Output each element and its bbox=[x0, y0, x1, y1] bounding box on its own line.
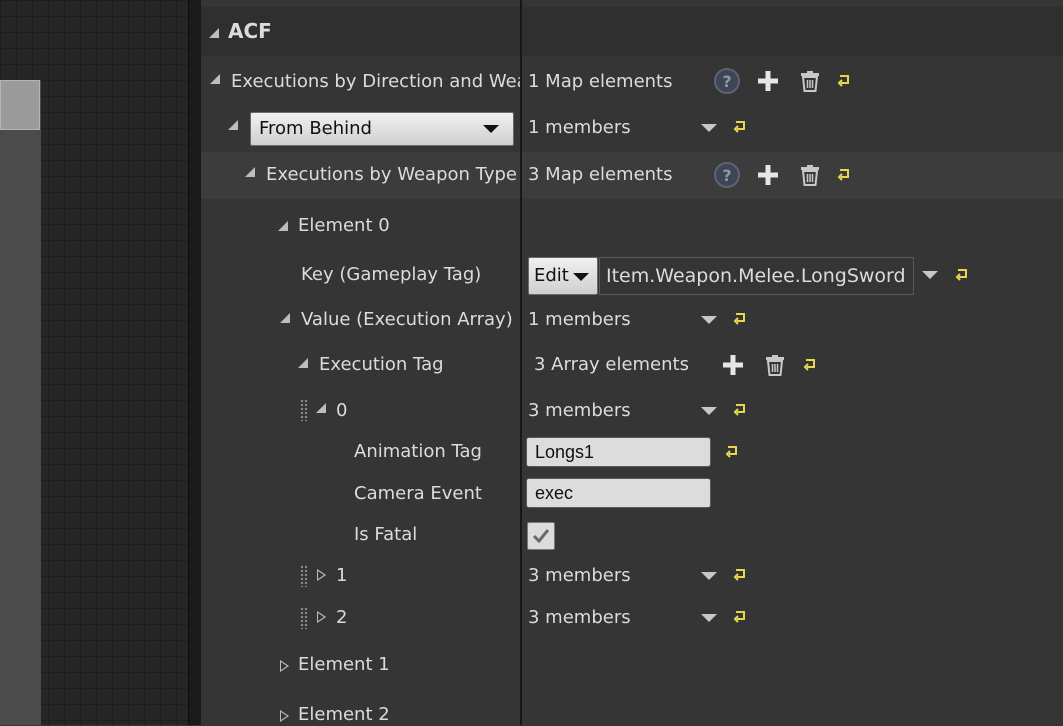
chevron-down-icon[interactable] bbox=[701, 572, 717, 580]
chevron-down-icon[interactable] bbox=[701, 124, 717, 132]
expand-triangle-icon[interactable] bbox=[228, 120, 238, 130]
chevron-down-icon[interactable] bbox=[922, 271, 938, 279]
graph-node-header[interactable] bbox=[0, 80, 40, 130]
reset-to-default-icon[interactable] bbox=[733, 403, 747, 417]
array-element-1: 1 3 members bbox=[201, 555, 1063, 597]
edit-tag-button[interactable]: Edit bbox=[528, 257, 598, 295]
add-icon[interactable] bbox=[722, 354, 744, 376]
drag-handle-icon[interactable] bbox=[300, 607, 308, 629]
expand-triangle-icon[interactable] bbox=[298, 358, 308, 368]
collapse-triangle-icon[interactable] bbox=[209, 28, 219, 38]
animation-tag-input[interactable] bbox=[526, 437, 711, 467]
dropdown-selected: From Behind bbox=[259, 118, 372, 139]
is-fatal-checkbox[interactable] bbox=[527, 522, 555, 550]
chevron-down-icon[interactable] bbox=[701, 316, 717, 324]
chevron-down-icon[interactable] bbox=[701, 407, 717, 415]
expand-triangle-icon[interactable] bbox=[245, 167, 255, 177]
property-label: Is Fatal bbox=[354, 524, 418, 545]
panel-splitter[interactable] bbox=[188, 0, 202, 725]
chevron-down-icon bbox=[573, 273, 589, 281]
delete-icon[interactable] bbox=[764, 354, 786, 376]
expand-triangle-icon[interactable] bbox=[316, 403, 326, 413]
delete-icon[interactable] bbox=[799, 164, 821, 186]
help-icon[interactable]: ? bbox=[713, 67, 741, 95]
property-row-direction: From Behind 1 members bbox=[201, 106, 1063, 150]
camera-event-input[interactable] bbox=[526, 478, 711, 508]
property-row-value: Value (Execution Array) 1 members bbox=[201, 298, 1063, 342]
property-label: Camera Event bbox=[354, 483, 482, 504]
graph-node-body[interactable] bbox=[0, 80, 41, 725]
property-label: Key (Gameplay Tag) bbox=[301, 264, 482, 285]
array-element-2: 2 3 members bbox=[201, 597, 1063, 639]
property-label: Animation Tag bbox=[354, 441, 482, 462]
reset-to-default-icon[interactable] bbox=[837, 168, 851, 182]
property-label: Value (Execution Array) bbox=[301, 309, 513, 330]
collapsed-triangle-icon[interactable] bbox=[280, 660, 289, 672]
property-value: 1 members bbox=[528, 309, 631, 330]
property-row-execution-tag: Execution Tag 3 Array elements bbox=[201, 343, 1063, 387]
array-index-label: 2 bbox=[336, 607, 348, 628]
reset-to-default-icon[interactable] bbox=[733, 120, 747, 134]
direction-dropdown[interactable]: From Behind bbox=[250, 112, 514, 146]
property-value: 3 members bbox=[528, 607, 631, 628]
gameplay-tag-field[interactable]: Item.Weapon.Melee.LongSword bbox=[599, 257, 914, 295]
delete-icon[interactable] bbox=[799, 70, 821, 92]
property-label: Execution Tag bbox=[319, 354, 444, 375]
property-row-element2: Element 2 bbox=[201, 694, 1063, 725]
array-index-label: 0 bbox=[336, 400, 348, 421]
reset-to-default-icon[interactable] bbox=[725, 445, 739, 459]
property-label: Element 2 bbox=[298, 704, 390, 725]
collapsed-triangle-icon[interactable] bbox=[317, 611, 326, 623]
property-row-is-fatal: Is Fatal bbox=[201, 515, 1063, 557]
column-divider[interactable] bbox=[520, 0, 522, 725]
property-value: 3 Array elements bbox=[534, 354, 689, 375]
collapsed-triangle-icon[interactable] bbox=[280, 710, 289, 722]
svg-text:?: ? bbox=[722, 166, 731, 185]
property-row-animation-tag: Animation Tag bbox=[201, 431, 1063, 473]
category-title: ACF bbox=[228, 19, 272, 43]
reset-to-default-icon[interactable] bbox=[733, 312, 747, 326]
property-label: Executions by Direction and Weap bbox=[231, 71, 520, 92]
array-index-label: 1 bbox=[336, 565, 348, 586]
reset-to-default-icon[interactable] bbox=[803, 358, 817, 372]
svg-text:?: ? bbox=[722, 72, 731, 91]
reset-to-default-icon[interactable] bbox=[733, 568, 747, 582]
property-label: Executions by Weapon Type bbox=[266, 164, 517, 185]
property-row-element1: Element 1 bbox=[201, 643, 1063, 687]
property-value: 3 Map elements bbox=[528, 164, 673, 185]
reset-to-default-icon[interactable] bbox=[733, 610, 747, 624]
category-header[interactable]: ACF bbox=[201, 7, 1063, 56]
checkmark-icon bbox=[532, 529, 550, 544]
property-value: 1 members bbox=[528, 117, 631, 138]
array-element-0: 0 3 members bbox=[201, 389, 1063, 433]
add-icon[interactable] bbox=[757, 70, 779, 92]
property-row-element0: Element 0 bbox=[201, 204, 1063, 248]
expand-triangle-icon[interactable] bbox=[210, 74, 220, 84]
edit-label: Edit bbox=[534, 265, 569, 286]
property-value: 3 members bbox=[528, 400, 631, 421]
collapsed-triangle-icon[interactable] bbox=[317, 569, 326, 581]
chevron-down-icon[interactable] bbox=[701, 614, 717, 622]
drag-handle-icon[interactable] bbox=[300, 399, 308, 421]
property-label: Element 1 bbox=[298, 654, 390, 675]
property-row-camera-event: Camera Event bbox=[201, 473, 1063, 515]
property-label: Element 0 bbox=[298, 215, 390, 236]
help-icon[interactable]: ? bbox=[713, 161, 741, 189]
tag-value: Item.Weapon.Melee.LongSword bbox=[606, 265, 906, 287]
property-row-executions-weapon: Executions by Weapon Type 3 Map elements… bbox=[201, 152, 1063, 199]
property-value: 3 members bbox=[528, 565, 631, 586]
expand-triangle-icon[interactable] bbox=[280, 313, 290, 323]
drag-handle-icon[interactable] bbox=[300, 565, 308, 587]
expand-triangle-icon[interactable] bbox=[278, 221, 288, 231]
reset-to-default-icon[interactable] bbox=[955, 268, 969, 282]
add-icon[interactable] bbox=[757, 164, 779, 186]
property-value: 1 Map elements bbox=[528, 71, 673, 92]
property-row-executions-direction: Executions by Direction and Weap 1 Map e… bbox=[201, 60, 1063, 104]
property-row-key: Key (Gameplay Tag) Edit Item.Weapon.Mele… bbox=[201, 253, 1063, 297]
reset-to-default-icon[interactable] bbox=[837, 74, 851, 88]
chevron-down-icon bbox=[483, 125, 499, 133]
